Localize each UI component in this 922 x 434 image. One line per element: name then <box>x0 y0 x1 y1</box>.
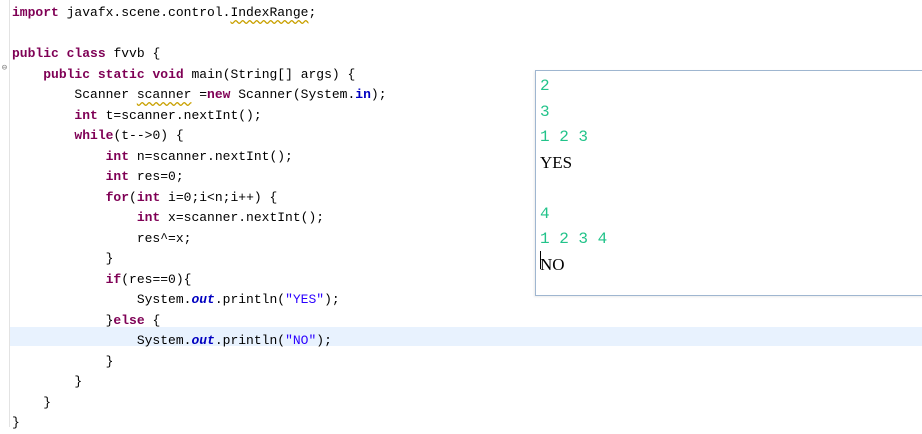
code-token: t=scanner.nextInt(); <box>97 107 262 123</box>
code-line[interactable]: int t=scanner.nextInt(); <box>12 106 262 127</box>
code-token: System. <box>12 333 192 348</box>
code-token: Scanner <box>12 87 137 102</box>
code-token: out <box>191 333 215 348</box>
code-token: fvvb { <box>105 46 161 61</box>
code-token: res^=x; <box>12 230 192 246</box>
code-token: Scanner(System. <box>230 87 356 102</box>
code-token: int <box>136 189 161 205</box>
code-token: new <box>207 87 231 102</box>
code-token: .println( <box>214 292 286 307</box>
code-token: scanner <box>136 87 192 102</box>
code-token: } <box>12 353 114 369</box>
code-token: while <box>74 128 114 143</box>
code-line[interactable]: int x=scanner.nextInt(); <box>12 208 324 229</box>
code-line[interactable]: int res=0; <box>12 167 184 188</box>
console-output-line: NO <box>540 254 565 274</box>
code-token: ); <box>324 292 340 307</box>
code-token: public <box>43 66 91 82</box>
code-line[interactable]: } <box>12 352 114 373</box>
code-token: for <box>105 189 130 205</box>
code-token: ); <box>316 333 332 348</box>
code-token: out <box>191 292 215 307</box>
code-token: } <box>12 251 114 266</box>
code-token: i=0;i<n;i++) { <box>160 189 278 205</box>
code-token: int <box>105 169 130 184</box>
console-input-line: 2 <box>540 77 550 95</box>
code-token: static <box>97 66 145 82</box>
code-line[interactable]: } <box>12 413 20 434</box>
code-line[interactable]: }else { <box>12 311 161 332</box>
code-token: n=scanner.nextInt(); <box>129 148 293 164</box>
code-token: else <box>113 312 145 328</box>
code-line[interactable]: res^=x; <box>12 229 192 250</box>
code-token: ( <box>129 189 137 205</box>
code-token: (res==0){ <box>121 271 192 287</box>
code-line[interactable]: System.out.println("NO"); <box>12 331 332 352</box>
code-token: (t-->0) { <box>113 128 184 143</box>
console-input-line: 1 2 3 4 <box>540 230 608 248</box>
code-line[interactable]: for(int i=0;i<n;i++) { <box>12 188 278 209</box>
code-line[interactable]: while(t-->0) { <box>12 126 184 147</box>
code-line[interactable]: System.out.println("YES"); <box>12 290 340 311</box>
code-token: { <box>144 312 161 328</box>
console-output-line: YES <box>540 152 573 172</box>
console-output-panel[interactable]: 2 3 1 2 3 YES 4 1 2 3 4 NO <box>535 70 922 296</box>
code-token: ; <box>308 5 317 20</box>
code-token: IndexRange <box>230 5 309 20</box>
text-caret <box>540 251 541 269</box>
console-input-line: 4 <box>540 204 550 223</box>
code-token: x=scanner.nextInt(); <box>160 210 325 225</box>
code-token: class <box>66 46 106 61</box>
code-token: int <box>74 107 98 123</box>
code-token: res=0; <box>129 169 184 184</box>
code-token: "YES" <box>285 292 325 307</box>
code-line[interactable]: public static void main(String[] args) { <box>12 65 355 86</box>
code-line[interactable]: if(res==0){ <box>12 270 192 291</box>
code-token: .println( <box>214 333 286 348</box>
code-token: int <box>105 148 130 164</box>
editor-gutter: ⊖ <box>0 0 10 427</box>
code-token: } <box>12 415 20 430</box>
code-token: import <box>12 5 59 20</box>
code-line[interactable]: } <box>12 393 51 414</box>
fold-collapse-icon[interactable]: ⊖ <box>0 63 9 73</box>
code-token: if <box>105 271 122 287</box>
code-token: } <box>12 374 83 389</box>
code-token: "NO" <box>285 333 317 348</box>
code-token: int <box>136 210 161 225</box>
code-token: ); <box>370 87 387 102</box>
code-token: main(String[] args) { <box>183 66 356 82</box>
code-line[interactable]: Scanner scanner =new Scanner(System.in); <box>12 85 387 106</box>
code-line[interactable]: import javafx.scene.control.IndexRange; <box>12 3 316 24</box>
code-token: System. <box>12 292 192 307</box>
code-token: = <box>191 87 208 102</box>
console-input-line: 3 <box>540 102 550 121</box>
code-token: } <box>12 394 52 410</box>
code-line[interactable]: } <box>12 372 82 393</box>
code-token: in <box>355 87 371 102</box>
code-line[interactable]: } <box>12 249 114 270</box>
console-input-line: 1 2 3 <box>540 128 589 146</box>
code-line[interactable]: int n=scanner.nextInt(); <box>12 147 293 168</box>
code-token: public <box>12 46 59 61</box>
code-token: } <box>12 312 114 328</box>
code-line[interactable]: public class fvvb { <box>12 44 160 65</box>
code-token: javafx.scene.control. <box>58 5 231 20</box>
code-token: void <box>152 66 184 82</box>
